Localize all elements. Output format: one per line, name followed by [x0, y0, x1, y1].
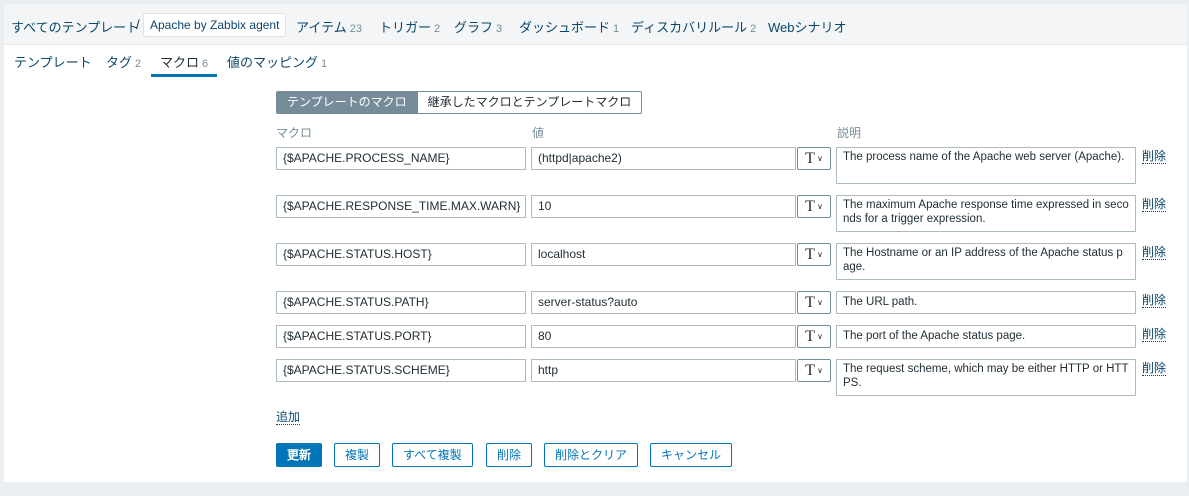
text-type-icon: T: [805, 293, 815, 311]
macro-value-input[interactable]: (httpd|apache2): [531, 147, 796, 170]
macro-description-input[interactable]: The URL path.: [836, 291, 1136, 314]
remove-macro-link[interactable]: 削除: [1142, 294, 1167, 308]
nav-graphs-label: グラフ: [454, 20, 494, 35]
chevron-down-icon: ∨: [816, 154, 823, 163]
toggle-inherited-macros[interactable]: 継承したマクロとテンプレートマクロ: [417, 91, 643, 114]
clone-button[interactable]: 複製: [334, 443, 381, 467]
tab-value-mapping-label: 値のマッピング: [227, 55, 319, 70]
nav-web-scenarios-label: Webシナリオ: [768, 20, 847, 35]
tab-bar: テンプレート タグ 2 マクロ 6 値のマッピング 1: [4, 45, 1187, 77]
macro-value-input[interactable]: 80: [531, 325, 796, 348]
value-type-button[interactable]: T ∨: [797, 359, 831, 382]
macro-description-input[interactable]: The process name of the Apache web serve…: [836, 147, 1136, 184]
chevron-down-icon: ∨: [816, 298, 823, 307]
macro-name-input[interactable]: {$APACHE.STATUS.SCHEME}: [276, 359, 526, 382]
nav-triggers-label: トリガー: [379, 20, 432, 35]
macro-value-input[interactable]: server-status?auto: [531, 291, 796, 314]
chevron-down-icon: ∨: [816, 250, 823, 259]
tab-tags-count: 2: [135, 58, 142, 70]
nav-web-scenarios[interactable]: Webシナリオ: [768, 17, 847, 36]
nav-items[interactable]: アイテム 23: [296, 17, 362, 36]
nav-graphs[interactable]: グラフ 3: [454, 17, 502, 36]
chevron-down-icon: ∨: [816, 332, 823, 341]
add-macro-link[interactable]: 追加: [276, 410, 301, 425]
nav-discovery-rules-count: 2: [750, 23, 757, 35]
macro-source-toggle: テンプレートのマクロ 継承したマクロとテンプレートマクロ: [276, 91, 643, 114]
macro-description-input[interactable]: The request scheme, which may be either …: [836, 359, 1136, 396]
nav-discovery-rules[interactable]: ディスカバリルール 2: [631, 17, 756, 36]
breadcrumb-separator: /: [136, 17, 140, 32]
tab-template-label: テンプレート: [14, 55, 92, 70]
template-edit-page: すべてのテンプレート / Apache by Zabbix agent アイテム…: [4, 4, 1187, 482]
tab-macros-count: 6: [202, 58, 209, 70]
update-button[interactable]: 更新: [276, 443, 323, 467]
breadcrumb-all-templates[interactable]: すべてのテンプレート: [11, 17, 139, 36]
header-nav: すべてのテンプレート / Apache by Zabbix agent アイテム…: [4, 4, 1187, 45]
macro-name-input[interactable]: {$APACHE.STATUS.HOST}: [276, 243, 526, 266]
nav-dashboards-label: ダッシュボード: [519, 20, 611, 35]
text-type-icon: T: [805, 361, 815, 379]
delete-button[interactable]: 削除: [486, 443, 533, 467]
value-type-button[interactable]: T ∨: [797, 325, 831, 348]
remove-macro-link[interactable]: 削除: [1142, 246, 1167, 260]
value-type-button[interactable]: T ∨: [797, 291, 831, 314]
text-type-icon: T: [805, 197, 815, 215]
chevron-down-icon: ∨: [816, 366, 823, 375]
nav-dashboards[interactable]: ダッシュボード 1: [519, 17, 619, 36]
remove-macro-link[interactable]: 削除: [1142, 150, 1167, 164]
macro-description-input[interactable]: The port of the Apache status page.: [836, 325, 1136, 348]
macro-description-input[interactable]: The maximum Apache response time express…: [836, 195, 1136, 232]
tab-value-mapping-count: 1: [321, 58, 328, 70]
text-type-icon: T: [805, 327, 815, 345]
tab-tags[interactable]: タグ 2: [106, 52, 141, 77]
toggle-template-macros[interactable]: テンプレートのマクロ: [276, 91, 418, 114]
tab-value-mapping[interactable]: 値のマッピング 1: [227, 52, 327, 77]
full-clone-button[interactable]: すべて複製: [392, 443, 473, 467]
tab-macros-label: マクロ: [160, 55, 200, 70]
value-type-button[interactable]: T ∨: [797, 195, 831, 218]
value-type-button[interactable]: T ∨: [797, 243, 831, 266]
remove-macro-link[interactable]: 削除: [1142, 198, 1167, 212]
nav-items-label: アイテム: [296, 20, 347, 35]
macro-name-input[interactable]: {$APACHE.STATUS.PATH}: [276, 291, 526, 314]
tab-macros[interactable]: マクロ 6: [150, 52, 218, 77]
column-header-value: 値: [532, 126, 545, 140]
remove-macro-link[interactable]: 削除: [1142, 328, 1167, 342]
macro-value-input[interactable]: http: [531, 359, 796, 382]
delete-and-clear-button[interactable]: 削除とクリア: [544, 443, 639, 467]
macro-value-input[interactable]: localhost: [531, 243, 796, 266]
nav-items-count: 23: [349, 23, 362, 35]
nav-triggers[interactable]: トリガー 2: [379, 17, 440, 36]
text-type-icon: T: [805, 245, 815, 263]
macro-description-input[interactable]: The Hostname or an IP address of the Apa…: [836, 243, 1136, 280]
chevron-down-icon: ∨: [816, 202, 823, 211]
macro-name-input[interactable]: {$APACHE.PROCESS_NAME}: [276, 147, 526, 170]
cancel-button[interactable]: キャンセル: [650, 443, 733, 467]
nav-triggers-count: 2: [434, 23, 441, 35]
macro-name-input[interactable]: {$APACHE.RESPONSE_TIME.MAX.WARN}: [276, 195, 526, 218]
macro-name-input[interactable]: {$APACHE.STATUS.PORT}: [276, 325, 526, 348]
column-header-description: 説明: [837, 126, 862, 140]
nav-dashboards-count: 1: [613, 23, 620, 35]
tab-tags-label: タグ: [106, 55, 133, 70]
column-header-macro: マクロ: [276, 126, 313, 140]
value-type-button[interactable]: T ∨: [797, 147, 831, 170]
nav-discovery-rules-label: ディスカバリルール: [631, 20, 748, 35]
remove-macro-link[interactable]: 削除: [1142, 362, 1167, 376]
text-type-icon: T: [805, 149, 815, 167]
breadcrumb-current-template[interactable]: Apache by Zabbix agent: [143, 13, 287, 37]
nav-graphs-count: 3: [496, 23, 503, 35]
macro-value-input[interactable]: 10: [531, 195, 796, 218]
tab-template[interactable]: テンプレート: [14, 52, 92, 77]
